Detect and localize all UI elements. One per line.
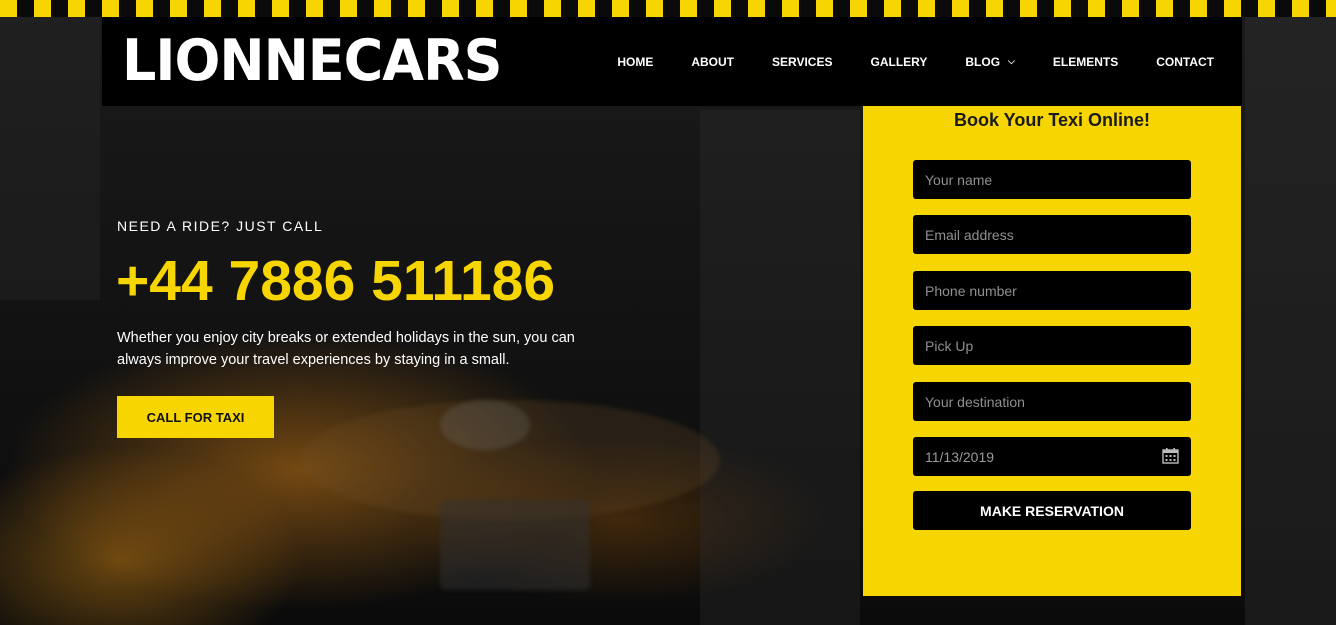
- email-field[interactable]: [913, 215, 1191, 254]
- hero-kicker: NEED A RIDE? JUST CALL: [117, 218, 324, 234]
- phone-input[interactable]: [925, 271, 1191, 310]
- nav-services-label: SERVICES: [772, 54, 833, 69]
- nav-elements[interactable]: ELEMENTS: [1053, 55, 1118, 69]
- booking-title: Book Your Texi Online!: [953, 110, 1151, 130]
- nav-about-label: ABOUT: [691, 54, 735, 69]
- call-for-taxi-button[interactable]: CALL FOR TAXI: [117, 396, 274, 438]
- hero-description: Whether you enjoy city breaks or extende…: [117, 330, 575, 368]
- nav-blog[interactable]: BLOG ⌵: [965, 55, 1015, 69]
- nav-home-label: HOME: [617, 54, 654, 69]
- booking-panel: Book Your Texi Online! MAKE RESERVATION: [863, 106, 1241, 596]
- date-input[interactable]: [925, 437, 1191, 476]
- main-nav: HOME ABOUT SERVICES GALLERY BLOG ⌵ ELEMEN…: [579, 17, 1214, 106]
- pickup-input[interactable]: [925, 326, 1191, 365]
- date-field[interactable]: [913, 437, 1191, 476]
- nav-gallery[interactable]: GALLERY: [870, 55, 927, 69]
- nav-home[interactable]: HOME: [617, 55, 653, 69]
- email-input[interactable]: [925, 215, 1191, 254]
- hero-phone-number[interactable]: +44 7886 511186: [116, 248, 555, 314]
- nav-contact[interactable]: CONTACT: [1156, 55, 1214, 69]
- name-input[interactable]: [925, 160, 1191, 199]
- pickup-field[interactable]: [913, 326, 1191, 365]
- chevron-down-icon: ⌵: [1008, 56, 1015, 66]
- destination-input[interactable]: [925, 382, 1191, 421]
- calendar-icon[interactable]: [1162, 448, 1179, 464]
- destination-field[interactable]: [913, 382, 1191, 421]
- nav-contact-label: CONTACT: [1156, 54, 1214, 69]
- make-reservation-button[interactable]: MAKE RESERVATION: [913, 491, 1191, 530]
- nav-elements-label: ELEMENTS: [1052, 54, 1119, 69]
- navbar: LIONNECARS HOME ABOUT SERVICES GALLERY B…: [102, 17, 1242, 106]
- phone-field[interactable]: [913, 271, 1191, 310]
- nav-services[interactable]: SERVICES: [772, 55, 832, 69]
- checker-strip: [0, 0, 1336, 17]
- nav-about[interactable]: ABOUT: [691, 55, 734, 69]
- name-field[interactable]: [913, 160, 1191, 199]
- nav-blog-label: BLOG: [965, 54, 1001, 69]
- site-logo[interactable]: LIONNECARS: [122, 29, 503, 93]
- nav-gallery-label: GALLERY: [870, 54, 928, 69]
